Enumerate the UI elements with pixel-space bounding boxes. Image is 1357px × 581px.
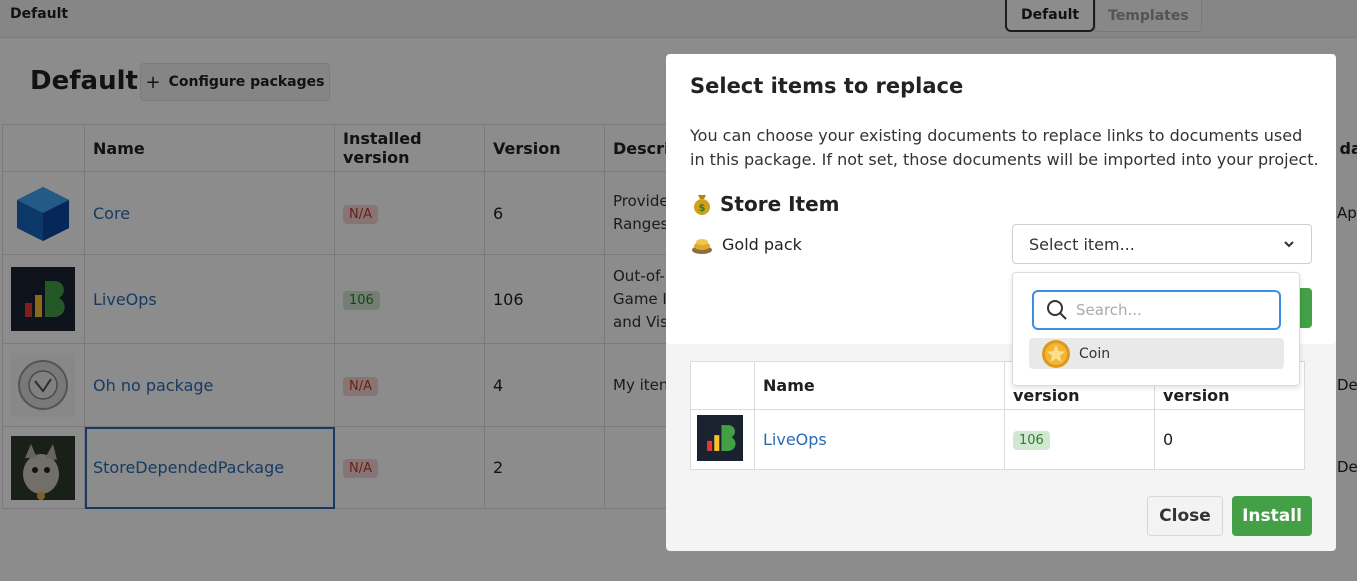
status-badge: 106 [1013, 431, 1050, 450]
close-button[interactable]: Close [1147, 496, 1223, 536]
thumb-cell [690, 409, 755, 470]
money-bag-icon: $ [694, 195, 710, 215]
table-row[interactable]: LiveOps 106 0 [690, 409, 1305, 470]
coin-icon [1042, 339, 1070, 368]
search-icon [1047, 300, 1067, 320]
dependency-link-liveops[interactable]: LiveOps [763, 430, 827, 449]
section-heading: $ Store Item [690, 192, 840, 216]
installed-cell: 106 [1004, 409, 1155, 470]
thumb-column-header [690, 361, 755, 410]
liveops-logo-icon [697, 414, 743, 461]
gold-pack-icon [692, 239, 712, 254]
name-cell: LiveOps [754, 409, 1005, 470]
select-value: Select item... [1029, 234, 1135, 254]
replace-item-row: Gold pack [690, 232, 802, 256]
select-dropdown: Coin [1012, 272, 1300, 386]
option-label: Coin [1079, 345, 1111, 362]
item-select[interactable]: Select item... [1012, 224, 1312, 264]
search-input[interactable] [1076, 301, 1256, 319]
column-header-name: Name [754, 361, 1005, 410]
section-label: Store Item [720, 192, 840, 216]
needed-cell: 0 [1154, 409, 1305, 470]
install-button[interactable]: Install [1232, 496, 1312, 536]
item-label: Gold pack [722, 234, 802, 254]
dropdown-option-coin[interactable]: Coin [1029, 338, 1284, 369]
confirm-button-edge[interactable] [1298, 288, 1312, 328]
chevron-down-icon [1284, 241, 1294, 248]
modal-description: You can choose your existing documents t… [690, 126, 1319, 169]
svg-text:$: $ [699, 203, 706, 214]
modal-title: Select items to replace [690, 74, 964, 98]
search-field[interactable] [1032, 290, 1281, 330]
